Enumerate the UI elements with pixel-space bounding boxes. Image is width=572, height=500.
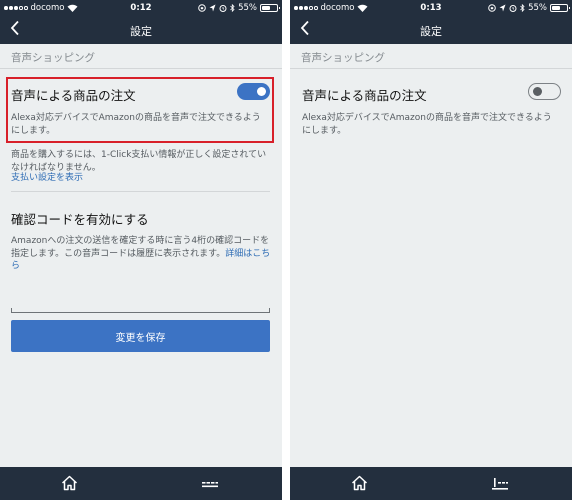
- status-bar: docomo 0:12 55%: [0, 0, 282, 16]
- alarm-icon: [219, 4, 227, 12]
- tab-menu[interactable]: [475, 467, 525, 500]
- toggle-knob: [533, 86, 542, 96]
- phone-screen-right: docomo 0:13 55% 設定 音声ショッピング 音声による商品の注文 A…: [290, 0, 572, 500]
- section-divider: [290, 68, 572, 69]
- home-icon: [61, 475, 78, 491]
- location-icon: [499, 4, 506, 11]
- voice-order-toggle[interactable]: [528, 83, 561, 100]
- orientation-lock-icon: [198, 3, 206, 12]
- location-icon: [209, 4, 216, 11]
- nav-bar: 設定: [290, 16, 572, 44]
- tab-home[interactable]: [45, 467, 95, 500]
- voice-order-description: Alexa対応デバイスでAmazonの商品を音声で注文できるようにします。: [302, 113, 552, 136]
- tab-home[interactable]: [335, 467, 385, 500]
- section-header: 音声ショッピング: [0, 44, 282, 68]
- voice-order-title: 音声による商品の注文: [302, 88, 427, 103]
- battery-percent: 55%: [528, 2, 547, 13]
- content-divider: [11, 191, 270, 192]
- tab-bar: [290, 467, 572, 500]
- payment-note: 商品を購入するには、1-Click支払い情報が正しく設定されていなければなりませ…: [11, 150, 267, 173]
- page-title: 設定: [130, 25, 152, 38]
- nav-bar: 設定: [0, 16, 282, 44]
- highlight-box: [6, 77, 274, 143]
- section-header: 音声ショッピング: [290, 44, 572, 68]
- menu-icon: [202, 482, 218, 488]
- status-bar: docomo 0:13 55%: [290, 0, 572, 16]
- alarm-icon: [509, 4, 517, 12]
- phone-screen-left: docomo 0:12 55% 設定 音声ショッピング 音声による商品の注文 A…: [0, 0, 282, 500]
- page-title: 設定: [420, 25, 442, 38]
- battery-percent: 55%: [238, 2, 257, 13]
- confirmation-code-input[interactable]: [11, 296, 270, 313]
- tab-menu[interactable]: [185, 467, 235, 500]
- home-icon: [351, 475, 368, 491]
- battery-level: [262, 5, 270, 10]
- tab-bar: [0, 467, 282, 500]
- menu-icon: [492, 478, 508, 490]
- battery-icon: [550, 3, 570, 12]
- input-edge-right: [269, 308, 270, 313]
- payment-settings-link[interactable]: 支払い設定を表示: [11, 172, 83, 185]
- confirmation-code-description: Amazonへの注文の送信を確定する時に言う4桁の確認コードを指定します。この音…: [11, 235, 273, 273]
- input-edge-left: [11, 308, 12, 313]
- save-button[interactable]: 変更を保存: [11, 320, 270, 352]
- confirmation-code-title: 確認コードを有効にする: [11, 212, 149, 227]
- battery-level: [552, 5, 560, 10]
- battery-icon: [260, 3, 280, 12]
- orientation-lock-icon: [488, 3, 496, 12]
- bluetooth-icon: [520, 3, 525, 12]
- bluetooth-icon: [230, 3, 235, 12]
- section-divider: [0, 68, 282, 69]
